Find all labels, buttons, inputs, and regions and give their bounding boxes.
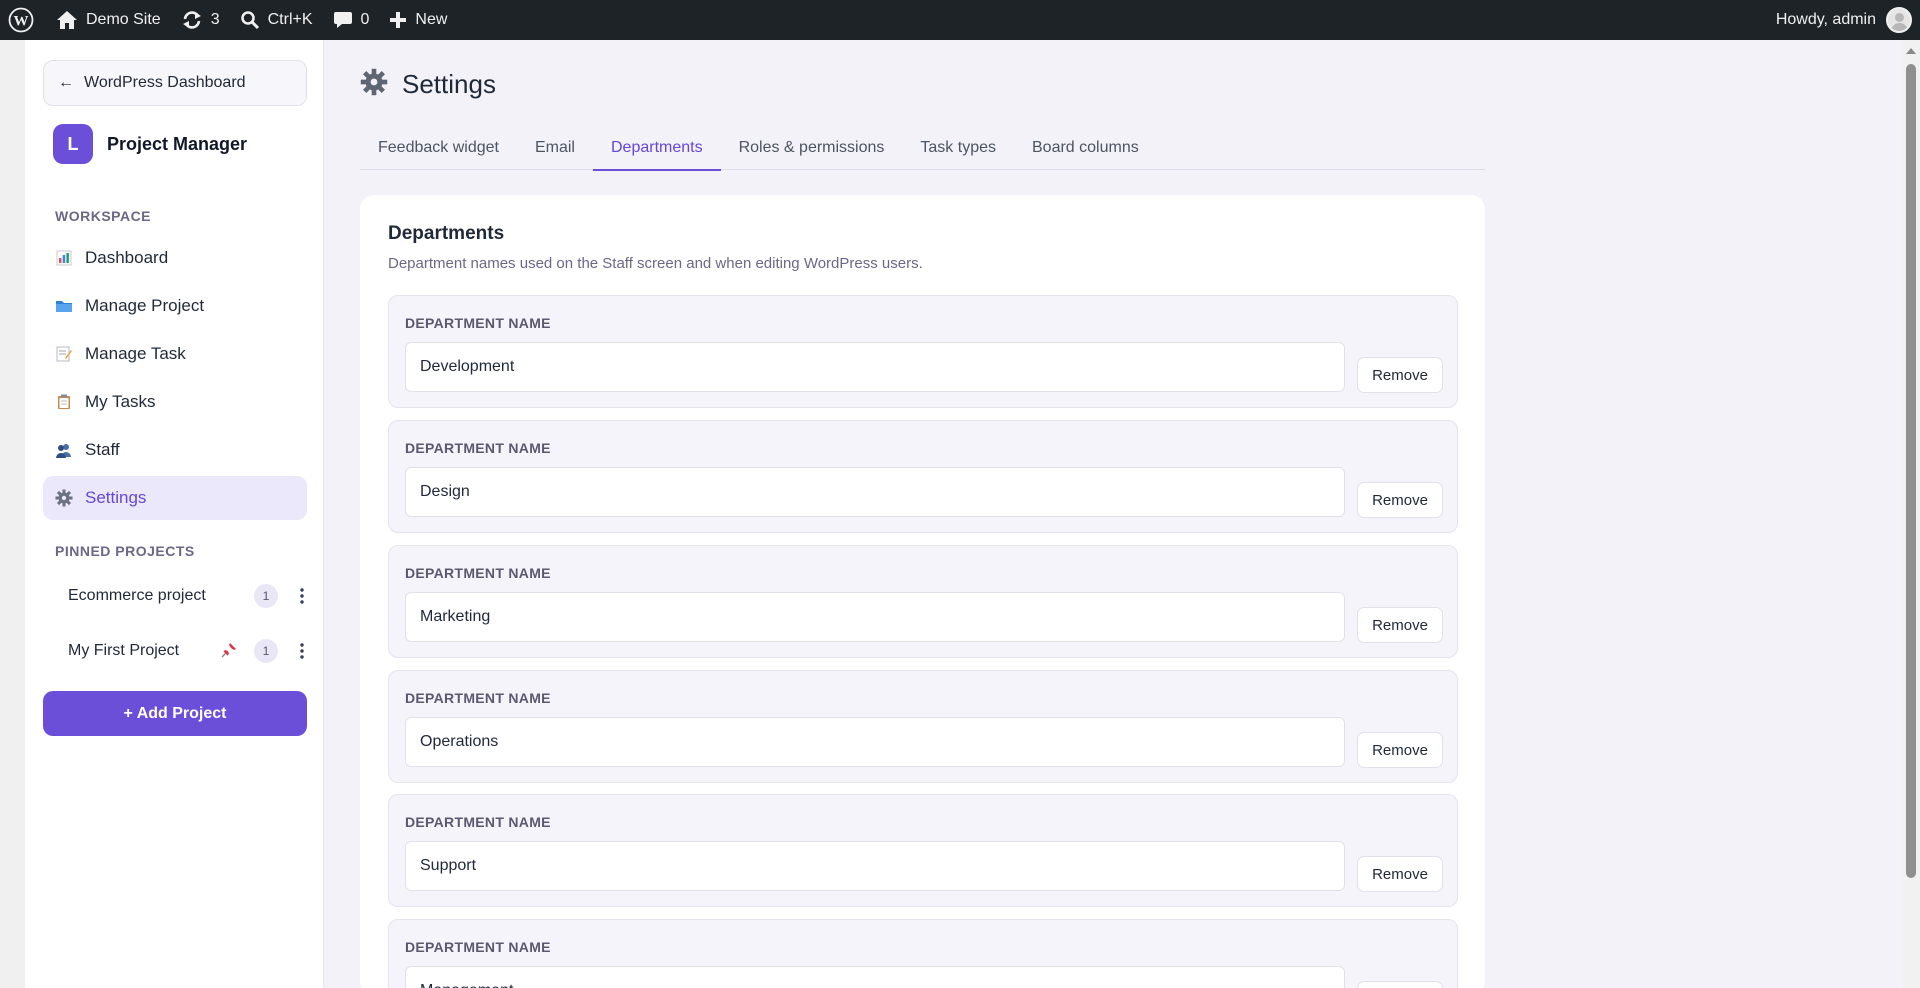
search-link[interactable]: Ctrl+K: [230, 0, 323, 40]
department-name-label: DEPARTMENT NAME: [405, 690, 551, 706]
tab-board-columns[interactable]: Board columns: [1014, 126, 1157, 170]
department-name-label: DEPARTMENT NAME: [405, 565, 551, 581]
folder-icon: [55, 297, 73, 315]
updates-link[interactable]: 3: [171, 0, 230, 40]
remove-button[interactable]: Remove: [1357, 981, 1443, 988]
plus-icon: [389, 11, 407, 29]
comments-count: 0: [360, 11, 370, 28]
department-row: DEPARTMENT NAME Remove: [388, 545, 1458, 658]
back-label: WordPress Dashboard: [84, 74, 246, 91]
updates-icon: [181, 10, 203, 30]
home-icon: [56, 10, 78, 30]
comments-link[interactable]: 0: [323, 0, 380, 40]
arrow-left-icon: ←: [58, 74, 74, 91]
department-name-label: DEPARTMENT NAME: [405, 315, 551, 331]
remove-button[interactable]: Remove: [1357, 607, 1443, 643]
new-content-link[interactable]: New: [379, 0, 457, 40]
site-name-link[interactable]: Demo Site: [44, 0, 171, 40]
site-name: Demo Site: [86, 11, 161, 28]
more-options-icon[interactable]: [294, 584, 310, 608]
department-name-input[interactable]: [405, 592, 1345, 642]
pinned-project-item[interactable]: Ecommerce project 1: [68, 578, 308, 614]
page-header: Settings: [360, 68, 496, 101]
page-title: Settings: [402, 69, 496, 99]
pinned-projects-label: PINNED PROJECTS: [55, 543, 195, 559]
department-row: DEPARTMENT NAME Remove: [388, 794, 1458, 907]
remove-button[interactable]: Remove: [1357, 732, 1443, 768]
sidebar-item-dashboard[interactable]: Dashboard: [43, 236, 307, 280]
task-count-badge: 1: [254, 639, 278, 663]
people-icon: [55, 441, 73, 459]
department-row: DEPARTMENT NAME Remove: [388, 295, 1458, 408]
more-options-icon[interactable]: [294, 639, 310, 663]
greeting: Howdy, admin: [1775, 11, 1876, 28]
sidebar-item-label: Manage Project: [85, 296, 205, 315]
brand-name: Project Manager: [107, 133, 248, 154]
scroll-up-arrow-icon[interactable]: [1906, 48, 1916, 54]
department-name-input[interactable]: [405, 966, 1345, 988]
card-title: Departments: [388, 223, 505, 244]
sidebar-item-label: Dashboard: [85, 248, 169, 267]
wordpress-logo-icon[interactable]: W: [0, 0, 44, 40]
remove-button[interactable]: Remove: [1357, 482, 1443, 518]
wordpress-dashboard-button[interactable]: ← WordPress Dashboard: [43, 60, 307, 106]
search-icon: [240, 10, 260, 30]
add-project-button[interactable]: + Add Project: [43, 691, 307, 736]
pinned-project-name: My First Project: [68, 642, 180, 659]
account-menu[interactable]: Howdy, admin: [1776, 0, 1920, 40]
bar-chart-icon: [55, 249, 73, 267]
svg-text:W: W: [14, 14, 29, 30]
admin-menu-strip: [0, 40, 25, 988]
admin-bar: W Demo Site 3 Ctrl+K 0 New Howdy, admin: [0, 0, 1920, 40]
remove-button[interactable]: Remove: [1357, 357, 1443, 393]
new-label: New: [415, 11, 448, 28]
brand: L Project Manager: [53, 124, 247, 164]
tab-task-types[interactable]: Task types: [902, 126, 1014, 170]
gear-icon: [360, 68, 388, 101]
gear-icon: [55, 489, 73, 507]
department-name-input[interactable]: [405, 467, 1345, 517]
scrollbar-thumb[interactable]: [1906, 64, 1916, 878]
sidebar-item-settings[interactable]: Settings: [43, 476, 307, 520]
clipboard-icon: [55, 393, 73, 411]
search-shortcut: Ctrl+K: [267, 11, 313, 28]
pin-icon: [221, 642, 237, 663]
memo-icon: [55, 345, 73, 363]
department-row: DEPARTMENT NAME Remove: [388, 420, 1458, 533]
sidebar-item-manage-task[interactable]: Manage Task: [43, 332, 307, 376]
pinned-project-item[interactable]: My First Project 1: [68, 633, 308, 669]
sidebar-item-staff[interactable]: Staff: [43, 428, 307, 472]
brand-logo: L: [53, 124, 93, 164]
pinned-project-name: Ecommerce project: [68, 587, 206, 604]
sidebar-item-label: Staff: [85, 440, 120, 459]
tab-roles-permissions[interactable]: Roles & permissions: [721, 126, 903, 170]
sidebar-item-label: Settings: [85, 488, 147, 507]
department-name-label: DEPARTMENT NAME: [405, 440, 551, 456]
settings-tabs: Feedback widget Email Departments Roles …: [360, 126, 1485, 171]
department-name-label: DEPARTMENT NAME: [405, 814, 551, 830]
card-description: Department names used on the Staff scree…: [388, 255, 923, 272]
tab-feedback-widget[interactable]: Feedback widget: [360, 126, 517, 170]
department-name-label: DEPARTMENT NAME: [405, 939, 551, 955]
sidebar-item-label: Manage Task: [85, 344, 186, 363]
department-name-input[interactable]: [405, 342, 1345, 392]
sidebar-item-manage-project[interactable]: Manage Project: [43, 284, 307, 328]
avatar: [1886, 7, 1912, 33]
plugin-sidebar: ← WordPress Dashboard L Project Manager …: [25, 40, 324, 988]
department-row: DEPARTMENT NAME Remove: [388, 670, 1458, 783]
tab-email[interactable]: Email: [517, 126, 593, 170]
workspace-label: WORKSPACE: [55, 208, 152, 224]
sidebar-item-label: My Tasks: [85, 392, 156, 411]
page-scrollbar[interactable]: [1902, 40, 1920, 988]
department-name-input[interactable]: [405, 841, 1345, 891]
comment-icon: [333, 10, 353, 30]
tab-departments[interactable]: Departments: [592, 126, 721, 171]
remove-button[interactable]: Remove: [1357, 856, 1443, 892]
department-name-input[interactable]: [405, 717, 1345, 767]
task-count-badge: 1: [254, 584, 278, 608]
sidebar-item-my-tasks[interactable]: My Tasks: [43, 380, 307, 424]
updates-count: 3: [210, 11, 220, 28]
departments-card: Departments Department names used on the…: [360, 195, 1485, 988]
department-row: DEPARTMENT NAME Remove: [388, 919, 1458, 988]
